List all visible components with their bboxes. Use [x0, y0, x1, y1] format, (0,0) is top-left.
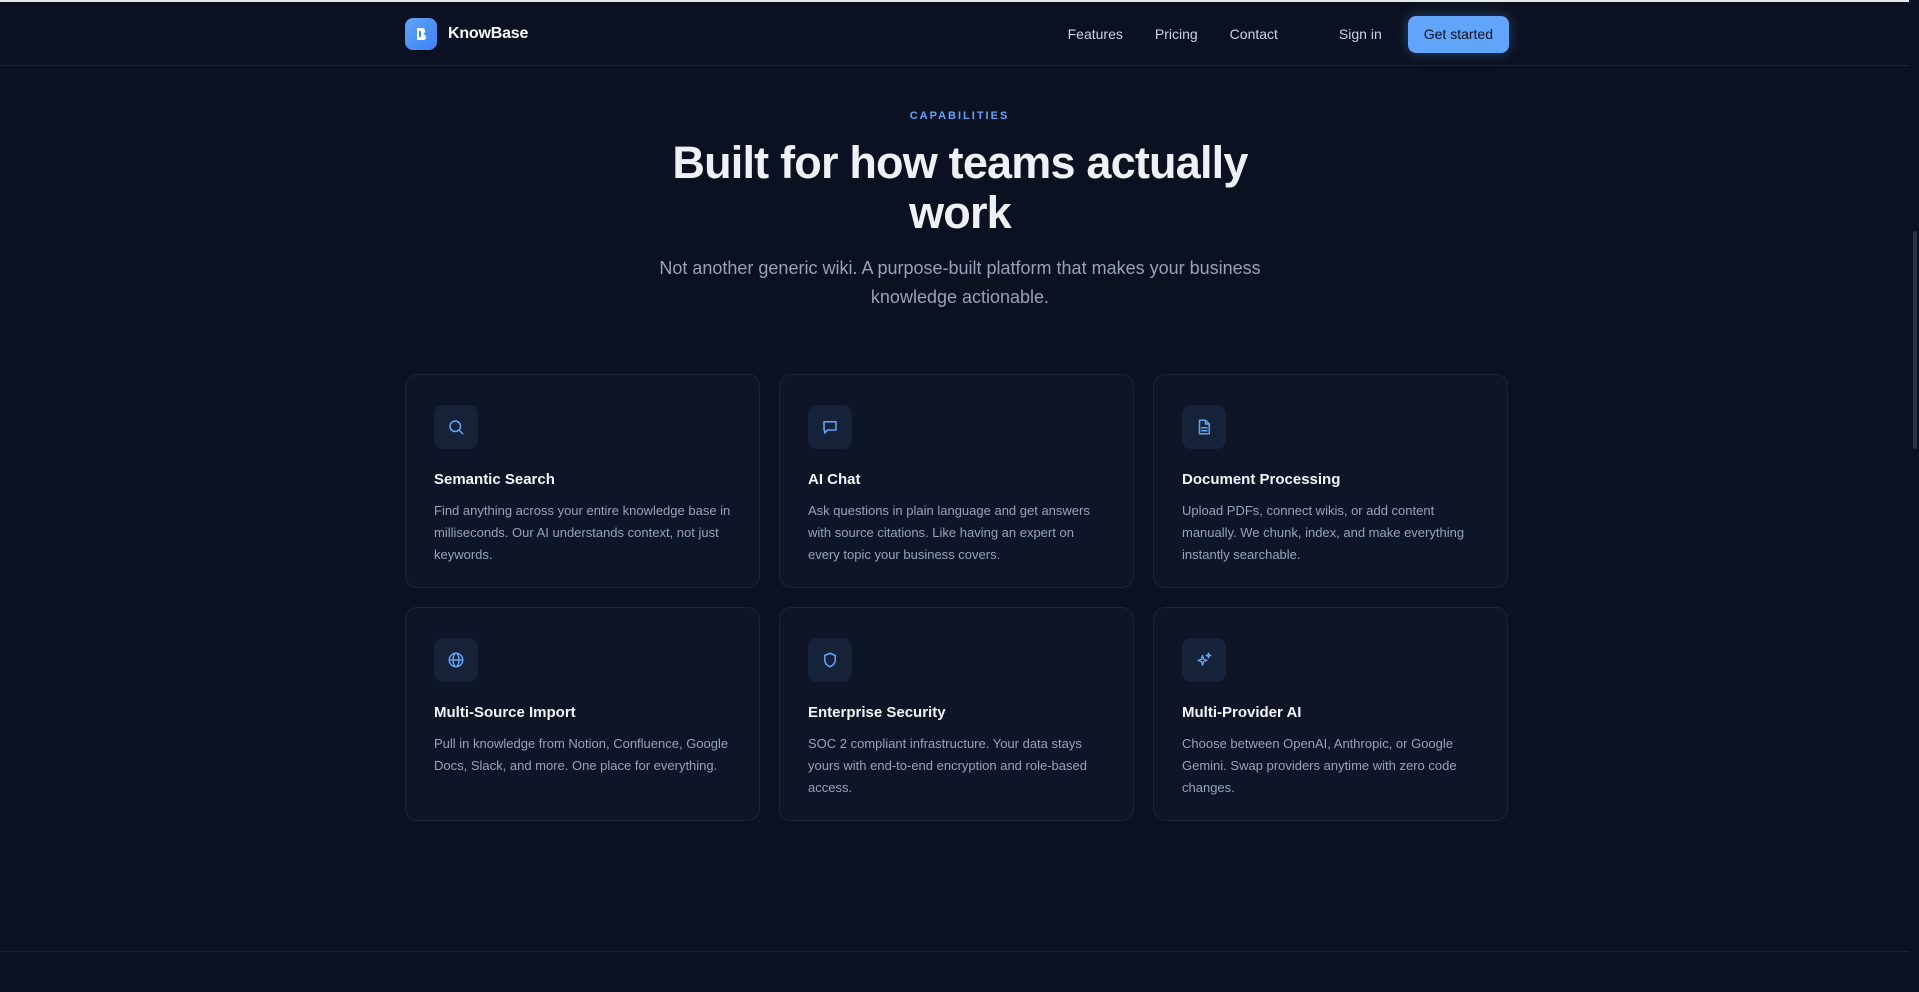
- feature-description: SOC 2 compliant infrastructure. Your dat…: [808, 736, 1087, 795]
- shield-icon: [808, 638, 852, 682]
- globe-icon: [434, 638, 478, 682]
- feature-description: Find anything across your entire knowled…: [434, 503, 731, 562]
- feature-card-document-processing: Document Processing Upload PDFs, connect…: [1153, 374, 1508, 588]
- feature-title: Document Processing: [1182, 471, 1341, 488]
- feature-title: Semantic Search: [434, 471, 555, 488]
- sparkles-icon: [1182, 638, 1226, 682]
- brand-logo[interactable]: KnowBase: [405, 18, 528, 50]
- sign-in-link[interactable]: Sign in: [1339, 26, 1382, 42]
- brand-name: KnowBase: [448, 25, 529, 42]
- nav-links: Features Pricing Contact Sign in Get sta…: [1036, 15, 1509, 53]
- feature-description: Upload PDFs, connect wikis, or add conte…: [1182, 503, 1465, 562]
- section-title: Built for how teams actually work: [672, 137, 1248, 238]
- scrollbar[interactable]: [1909, 0, 1919, 992]
- feature-title: AI Chat: [808, 471, 861, 488]
- scrollbar-thumb[interactable]: [1913, 231, 1917, 449]
- chat-icon: [808, 405, 852, 449]
- feature-grid: Semantic Search Find anything across you…: [405, 374, 1509, 821]
- feature-title: Enterprise Security: [808, 704, 946, 721]
- feature-card-enterprise-security: Enterprise Security SOC 2 compliant infr…: [779, 607, 1134, 821]
- feature-description: Choose between OpenAI, Anthropic, or Goo…: [1182, 736, 1457, 795]
- nav-link-features[interactable]: Features: [1068, 26, 1123, 42]
- section-eyebrow: CAPABILITIES: [909, 110, 1010, 122]
- feature-card-semantic-search: Semantic Search Find anything across you…: [405, 374, 760, 588]
- feature-card-multi-source-import: Multi-Source Import Pull in knowledge fr…: [405, 607, 760, 821]
- feature-description: Ask questions in plain language and get …: [808, 503, 1090, 562]
- get-started-button[interactable]: Get started: [1407, 15, 1509, 53]
- search-icon: [434, 405, 478, 449]
- feature-card-multi-provider-ai: Multi-Provider AI Choose between OpenAI,…: [1153, 607, 1508, 821]
- section-subtitle: Not another generic wiki. A purpose-buil…: [659, 258, 1261, 307]
- nav-link-contact[interactable]: Contact: [1230, 26, 1278, 42]
- feature-card-ai-chat: AI Chat Ask questions in plain language …: [779, 374, 1134, 588]
- nav-link-pricing[interactable]: Pricing: [1155, 26, 1198, 42]
- top-nav: KnowBase Features Pricing Contact Sign i…: [0, 2, 1919, 66]
- logo-icon: [405, 18, 437, 50]
- feature-title: Multi-Provider AI: [1182, 704, 1302, 721]
- feature-description: Pull in knowledge from Notion, Confluenc…: [434, 736, 729, 773]
- section-divider: [0, 951, 1919, 952]
- feature-title: Multi-Source Import: [434, 704, 576, 721]
- document-icon: [1182, 405, 1226, 449]
